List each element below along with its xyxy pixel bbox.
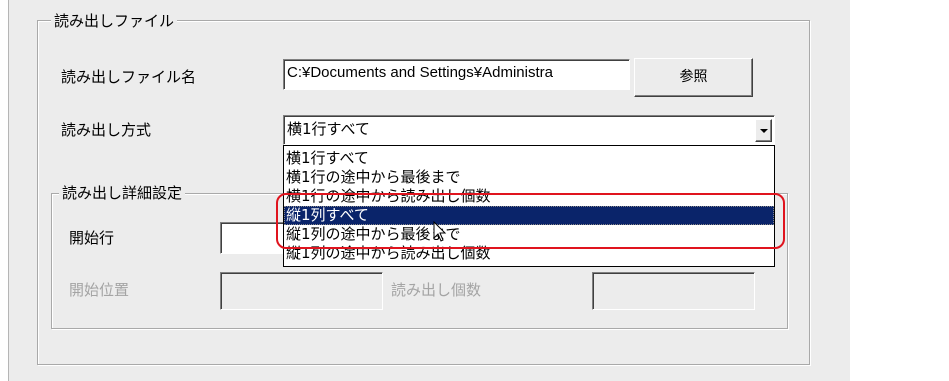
start-position-label: 開始位置 [69, 281, 130, 299]
method-option[interactable]: 縦1列の途中から読み出し個数 [284, 244, 774, 263]
method-option-selected[interactable]: 縦1列すべて [284, 206, 774, 225]
method-option[interactable]: 横1行の途中から最後まで [284, 168, 774, 187]
browse-button[interactable]: 参照 [634, 58, 753, 97]
start-row-label: 開始行 [69, 229, 115, 247]
method-option[interactable]: 縦1列の途中から最後まで [284, 225, 774, 244]
read-count-label: 読み出し個数 [391, 281, 482, 299]
read-count-field [592, 272, 755, 310]
start-row-field[interactable] [220, 222, 290, 254]
method-select[interactable]: 横1行すべて [283, 115, 775, 145]
filename-label: 読み出しファイル名 [61, 68, 197, 86]
start-position-field [220, 272, 383, 310]
method-dropdown-list[interactable]: 横1行すべて 横1行の途中から最後まで 横1行の途中から読み出し個数 縦1列すべ… [283, 145, 775, 267]
filename-field[interactable]: C:¥Documents and Settings¥Administra [283, 59, 630, 90]
method-option[interactable]: 横1行の途中から読み出し個数 [284, 187, 774, 206]
detail-group-title: 読み出し詳細設定 [59, 184, 186, 202]
chevron-down-icon [759, 128, 768, 133]
dialog-panel: 読み出しファイル 読み出しファイル名 C:¥Documents and Sett… [8, 0, 850, 381]
method-dropdown-button[interactable] [755, 119, 772, 142]
method-select-value: 横1行すべて [287, 120, 370, 138]
method-label: 読み出し方式 [61, 121, 152, 139]
method-option[interactable]: 横1行すべて [284, 149, 774, 168]
file-group-title: 読み出しファイル [51, 12, 178, 30]
